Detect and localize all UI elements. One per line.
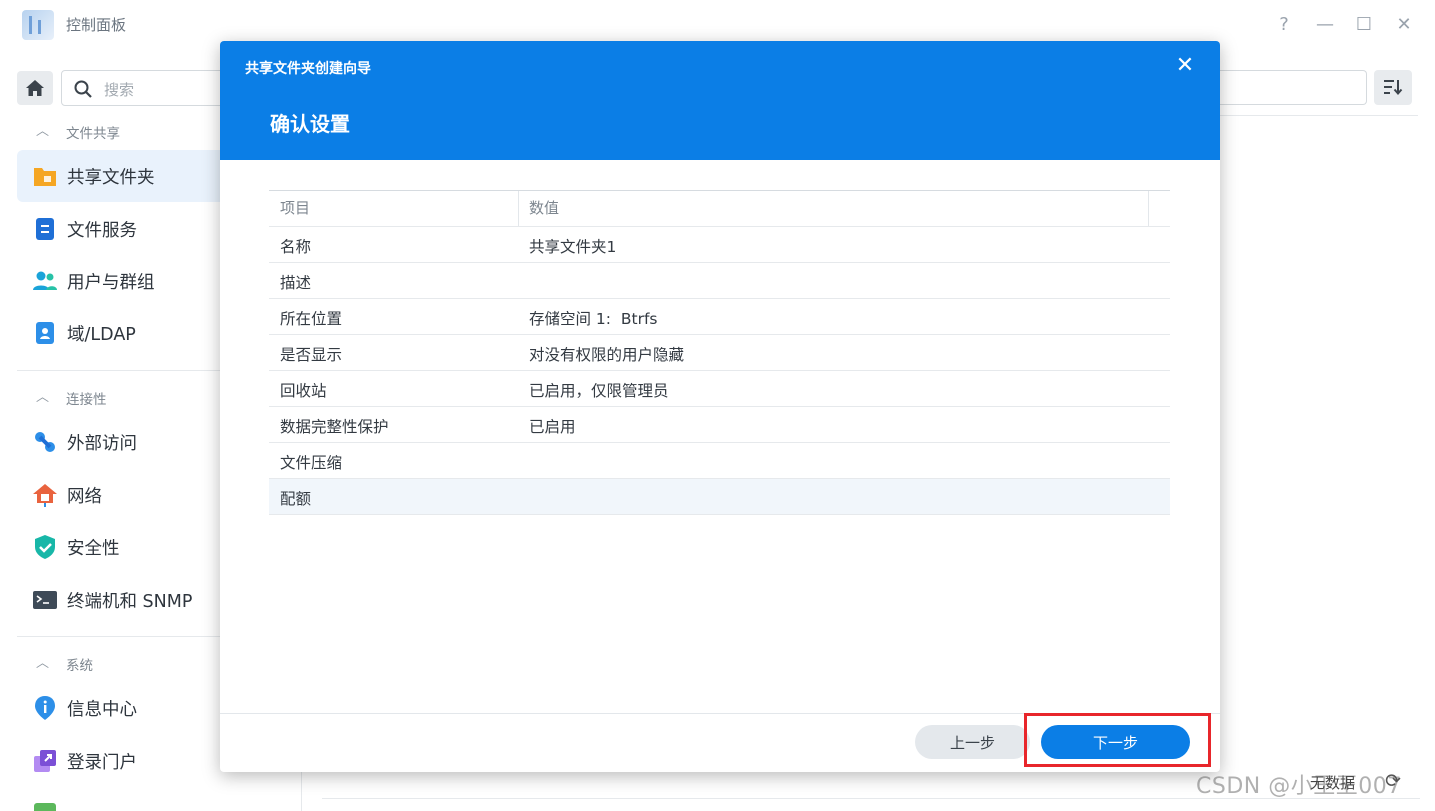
minimize-icon[interactable]: — — [1312, 12, 1338, 38]
chevron-up-icon: ︿ — [36, 656, 50, 671]
row-key: 名称 — [280, 238, 312, 256]
row-key: 是否显示 — [280, 346, 343, 364]
login-portal-icon — [34, 750, 56, 772]
sidebar-item-domain-ldap[interactable]: 域/LDAP — [17, 307, 230, 359]
control-panel-app-icon — [22, 10, 54, 40]
sidebar-item-label: 外部访问 — [67, 434, 137, 454]
home-icon — [26, 80, 44, 96]
previous-step-button[interactable]: 上一步 — [915, 725, 1030, 759]
close-window-icon[interactable]: ✕ — [1391, 12, 1417, 38]
section-connectivity[interactable]: ︿ 连接性 — [0, 384, 230, 410]
step-title: 确认设置 — [270, 112, 350, 136]
sort-icon — [1384, 80, 1403, 96]
sidebar-item-label: 登录门户 — [67, 753, 137, 773]
users-groups-icon — [33, 271, 57, 290]
shared-folder-wizard-dialog: 共享文件夹创建向导 ✕ 确认设置 项目 数值 名称 共享文件夹1 描述 所在位置… — [220, 41, 1220, 772]
network-house-icon — [33, 484, 57, 507]
table-row[interactable]: 是否显示 对没有权限的用户隐藏 — [269, 335, 1170, 371]
row-value: 存储空间 1: Btrfs — [529, 310, 658, 328]
row-value: 共享文件夹1 — [529, 238, 617, 256]
row-key: 描述 — [280, 274, 312, 292]
sidebar-item-label: 域/LDAP — [67, 325, 136, 345]
search-icon — [74, 80, 92, 98]
sidebar-item-shared-folder[interactable]: 共享文件夹 — [17, 150, 230, 202]
sidebar-item-network[interactable]: 网络 — [17, 469, 230, 521]
sidebar-item-label: 文件服务 — [67, 221, 137, 241]
sidebar-item-label: 共享文件夹 — [67, 168, 155, 188]
sidebar-item-terminal-snmp[interactable]: 终端机和 SNMP — [17, 574, 230, 626]
sidebar-item-login-portal[interactable]: 登录门户 — [17, 735, 230, 787]
section-label: 连接性 — [66, 392, 107, 408]
help-icon[interactable]: ? — [1271, 12, 1297, 38]
table-row[interactable]: 所在位置 存储空间 1: Btrfs — [269, 299, 1170, 335]
sidebar-border — [301, 770, 302, 811]
file-services-icon — [36, 218, 54, 240]
sidebar-item-label: 网络 — [67, 487, 102, 507]
annotation-highlight-box — [1024, 713, 1211, 767]
section-label: 文件共享 — [66, 126, 120, 142]
terminal-icon — [33, 591, 57, 609]
domain-ldap-icon — [36, 322, 54, 344]
sidebar-item-external-access[interactable]: 外部访问 — [17, 416, 230, 468]
sidebar-item-label: 信息中心 — [67, 700, 137, 720]
info-center-icon — [35, 696, 55, 720]
sidebar-divider — [17, 636, 230, 637]
row-key: 所在位置 — [280, 310, 343, 328]
section-file-sharing[interactable]: ︿ 文件共享 — [0, 118, 230, 144]
row-key: 配额 — [280, 490, 312, 508]
row-value: 对没有权限的用户隐藏 — [529, 346, 685, 364]
table-row[interactable]: 文件压缩 — [269, 443, 1170, 479]
row-key: 数据完整性保护 — [280, 418, 389, 436]
filter-input[interactable] — [1215, 70, 1367, 105]
sidebar-item-security[interactable]: 安全性 — [17, 521, 230, 573]
sidebar-item-partial[interactable] — [17, 788, 230, 811]
row-key: 文件压缩 — [280, 454, 343, 472]
sidebar-item-label: 安全性 — [67, 539, 120, 559]
table-row[interactable]: 回收站 已启用，仅限管理员 — [269, 371, 1170, 407]
section-label: 系统 — [66, 658, 93, 674]
watermark-text: CSDN @小王王007 — [1196, 774, 1402, 799]
chevron-up-icon: ︿ — [36, 124, 50, 139]
search-placeholder: 搜索 — [104, 81, 135, 99]
table-row-hovered[interactable]: 配额 — [269, 479, 1170, 515]
sort-button[interactable] — [1374, 70, 1412, 105]
table-header-row — [269, 191, 1170, 227]
security-shield-icon — [35, 535, 55, 559]
sidebar-item-label: 终端机和 SNMP — [67, 592, 193, 612]
sidebar-item-file-services[interactable]: 文件服务 — [17, 203, 230, 255]
header-divider — [1220, 115, 1418, 116]
table-row[interactable]: 名称 共享文件夹1 — [269, 227, 1170, 263]
dialog-title: 共享文件夹创建向导 — [245, 61, 371, 77]
region-options-icon — [34, 803, 56, 811]
row-value: 已启用，仅限管理员 — [529, 382, 669, 400]
home-button[interactable] — [17, 71, 53, 105]
sidebar-item-info-center[interactable]: 信息中心 — [17, 682, 230, 734]
section-system[interactable]: ︿ 系统 — [0, 650, 230, 676]
window-title: 控制面板 — [66, 16, 127, 34]
sidebar-divider — [17, 370, 230, 371]
sidebar-item-users-groups[interactable]: 用户与群组 — [17, 255, 230, 307]
table-row[interactable]: 数据完整性保护 已启用 — [269, 407, 1170, 443]
chevron-up-icon: ︿ — [36, 390, 50, 405]
sidebar-item-label: 用户与群组 — [67, 273, 155, 293]
close-icon[interactable]: ✕ — [1172, 53, 1198, 79]
external-access-icon — [35, 432, 55, 452]
row-key: 回收站 — [280, 382, 327, 400]
table-row[interactable]: 描述 — [269, 263, 1170, 299]
dialog-header: 共享文件夹创建向导 ✕ 确认设置 — [220, 41, 1220, 160]
maximize-icon[interactable]: ☐ — [1351, 12, 1377, 38]
row-value: 已启用 — [529, 418, 576, 436]
shared-folder-icon — [34, 168, 56, 186]
